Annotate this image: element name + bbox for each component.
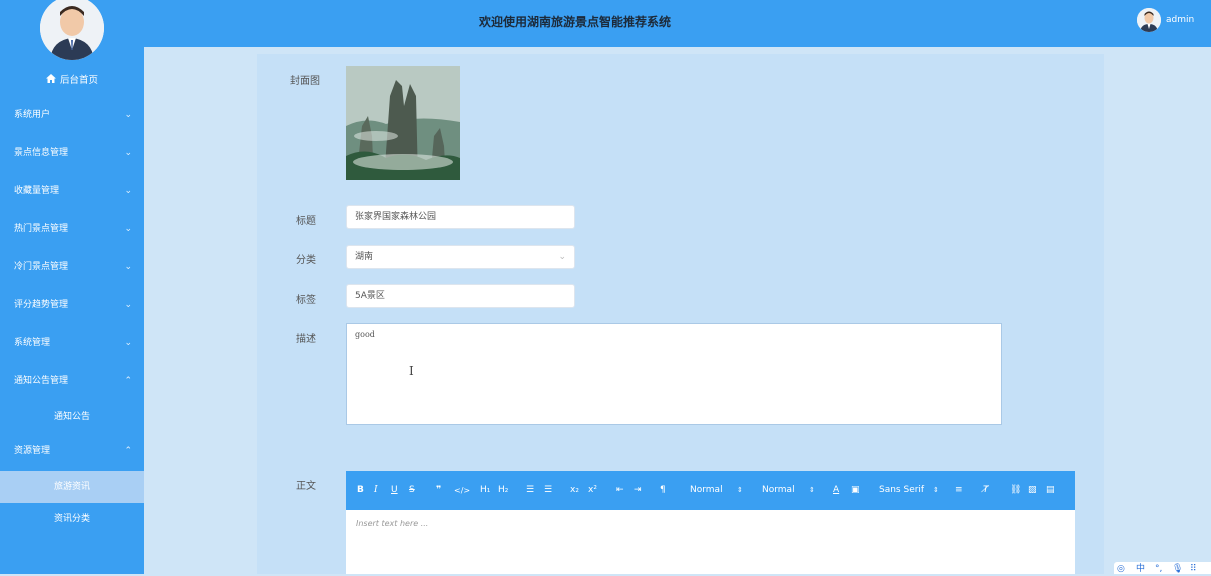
menu-label: 热门景点管理	[14, 224, 69, 234]
chevron-down-icon: ⌄	[124, 224, 132, 234]
category-select[interactable]: 湖南 ⌄	[346, 245, 575, 269]
ordered-list-icon[interactable]: ☰	[526, 471, 534, 510]
italic-icon[interactable]: I	[374, 471, 378, 510]
menu-resource[interactable]: 资源管理 ⌃	[0, 432, 144, 470]
cover-label: 封面图	[290, 76, 320, 87]
menu-system[interactable]: 系统管理 ⌄	[0, 324, 144, 362]
menu-scenic-info[interactable]: 景点信息管理 ⌄	[0, 134, 144, 172]
menu-rating-trend[interactable]: 评分趋势管理 ⌄	[0, 286, 144, 324]
code-block-icon[interactable]: </>	[454, 471, 470, 510]
chevron-down-icon: ⌄	[124, 148, 132, 158]
menu-label: 景点信息管理	[14, 148, 69, 158]
bold-icon[interactable]: B	[357, 471, 364, 510]
select-arrows-icon: ⇕	[809, 486, 815, 494]
menu-label: 资源管理	[14, 446, 51, 456]
menu-system-users[interactable]: 系统用户 ⌄	[0, 96, 144, 134]
chevron-up-icon: ⌃	[124, 376, 132, 386]
body-label: 正文	[296, 481, 316, 492]
menu-label: 冷门景点管理	[14, 262, 69, 272]
align-icon[interactable]: ≡	[955, 471, 963, 510]
username[interactable]: admin	[1166, 15, 1194, 25]
ime-toolbar: ◎ 中 °, 🎙 ⠿	[1114, 562, 1211, 574]
menu-hot-spots[interactable]: 热门景点管理 ⌄	[0, 210, 144, 248]
header1-icon[interactable]: H₁	[480, 471, 490, 510]
text-direction-icon[interactable]: ¶	[660, 471, 666, 510]
background-color-icon[interactable]: ▣	[851, 471, 860, 510]
editor-placeholder: Insert text here ...	[356, 519, 429, 528]
chevron-down-icon: ⌄	[124, 186, 132, 196]
menu-notice[interactable]: 通知公告管理 ⌃	[0, 362, 144, 400]
indent-icon[interactable]: ⇥	[634, 471, 642, 510]
submenu-news-category[interactable]: 资讯分类	[0, 503, 144, 535]
chevron-down-icon: ⌄	[124, 262, 132, 272]
menu-cold-spots[interactable]: 冷门景点管理 ⌄	[0, 248, 144, 286]
home-icon	[45, 74, 56, 86]
video-icon[interactable]: ▤	[1046, 471, 1055, 510]
home-link[interactable]: 后台首页	[0, 72, 144, 86]
select-arrows-icon: ⇕	[737, 486, 743, 494]
underline-icon[interactable]: U	[391, 471, 398, 510]
editor-body[interactable]: Insert text here ...	[346, 510, 1075, 574]
header2-icon[interactable]: H₂	[498, 471, 508, 510]
bullet-list-icon[interactable]: ☰	[544, 471, 552, 510]
title-input[interactable]: 张家界国家森林公园	[346, 205, 575, 229]
tag-input[interactable]: 5A景区	[346, 284, 575, 308]
subscript-icon[interactable]: x₂	[570, 471, 579, 510]
chevron-up-icon: ⌃	[124, 446, 132, 456]
font-family-select[interactable]: Sans Serif	[879, 471, 924, 510]
editor-toolbar: B I U S ❞ </> H₁ H₂ ☰ ☰ x₂ x² ⇤ ⇥ ¶ Norm…	[346, 471, 1075, 510]
chevron-down-icon: ⌄	[558, 252, 566, 262]
clear-format-icon[interactable]: T̸	[983, 471, 989, 510]
title-label: 标题	[296, 216, 316, 227]
category-value: 湖南	[355, 252, 374, 262]
submenu-travel-news[interactable]: 旅游资讯	[0, 471, 144, 503]
menu-favorites[interactable]: 收藏量管理 ⌄	[0, 172, 144, 210]
font-size-select[interactable]: Normal	[762, 471, 795, 510]
superscript-icon[interactable]: x²	[588, 471, 597, 510]
chevron-down-icon: ⌄	[124, 338, 132, 348]
category-label: 分类	[296, 255, 316, 266]
description-textarea[interactable]: good I	[346, 323, 1002, 425]
font-color-icon[interactable]: A	[833, 471, 839, 510]
outdent-icon[interactable]: ⇤	[616, 471, 624, 510]
description-label: 描述	[296, 334, 316, 345]
chevron-down-icon: ⌄	[124, 300, 132, 310]
description-value: good	[355, 330, 375, 339]
page-title: 欢迎使用湖南旅游景点智能推荐系统	[479, 15, 672, 29]
menu-label: 通知公告管理	[14, 376, 69, 386]
strike-icon[interactable]: S	[409, 471, 415, 510]
image-icon[interactable]: ▨	[1028, 471, 1037, 510]
home-label: 后台首页	[59, 75, 98, 86]
blockquote-icon[interactable]: ❞	[436, 471, 441, 510]
header-size-select[interactable]: Normal	[690, 471, 723, 510]
sidebar: 后台首页 系统用户 ⌄ 景点信息管理 ⌄ 收藏量管理 ⌄ 热门景点管理 ⌄ 冷门…	[0, 0, 144, 574]
select-arrows-icon: ⇕	[933, 486, 939, 494]
tag-label: 标签	[296, 295, 316, 306]
menu-label: 收藏量管理	[14, 186, 60, 196]
menu-label: 系统用户	[14, 110, 51, 120]
menu-label: 系统管理	[14, 338, 51, 348]
top-bar: 欢迎使用湖南旅游景点智能推荐系统 admin	[144, 0, 1211, 47]
chevron-down-icon: ⌄	[124, 110, 132, 120]
cover-image[interactable]	[346, 66, 460, 180]
user-avatar[interactable]	[1137, 8, 1161, 32]
submenu-notice[interactable]: 通知公告	[0, 401, 144, 433]
text-cursor-icon: I	[409, 364, 414, 378]
menu-label: 评分趋势管理	[14, 300, 69, 310]
link-icon[interactable]: ⛓	[1010, 471, 1021, 510]
admin-avatar	[40, 0, 104, 60]
